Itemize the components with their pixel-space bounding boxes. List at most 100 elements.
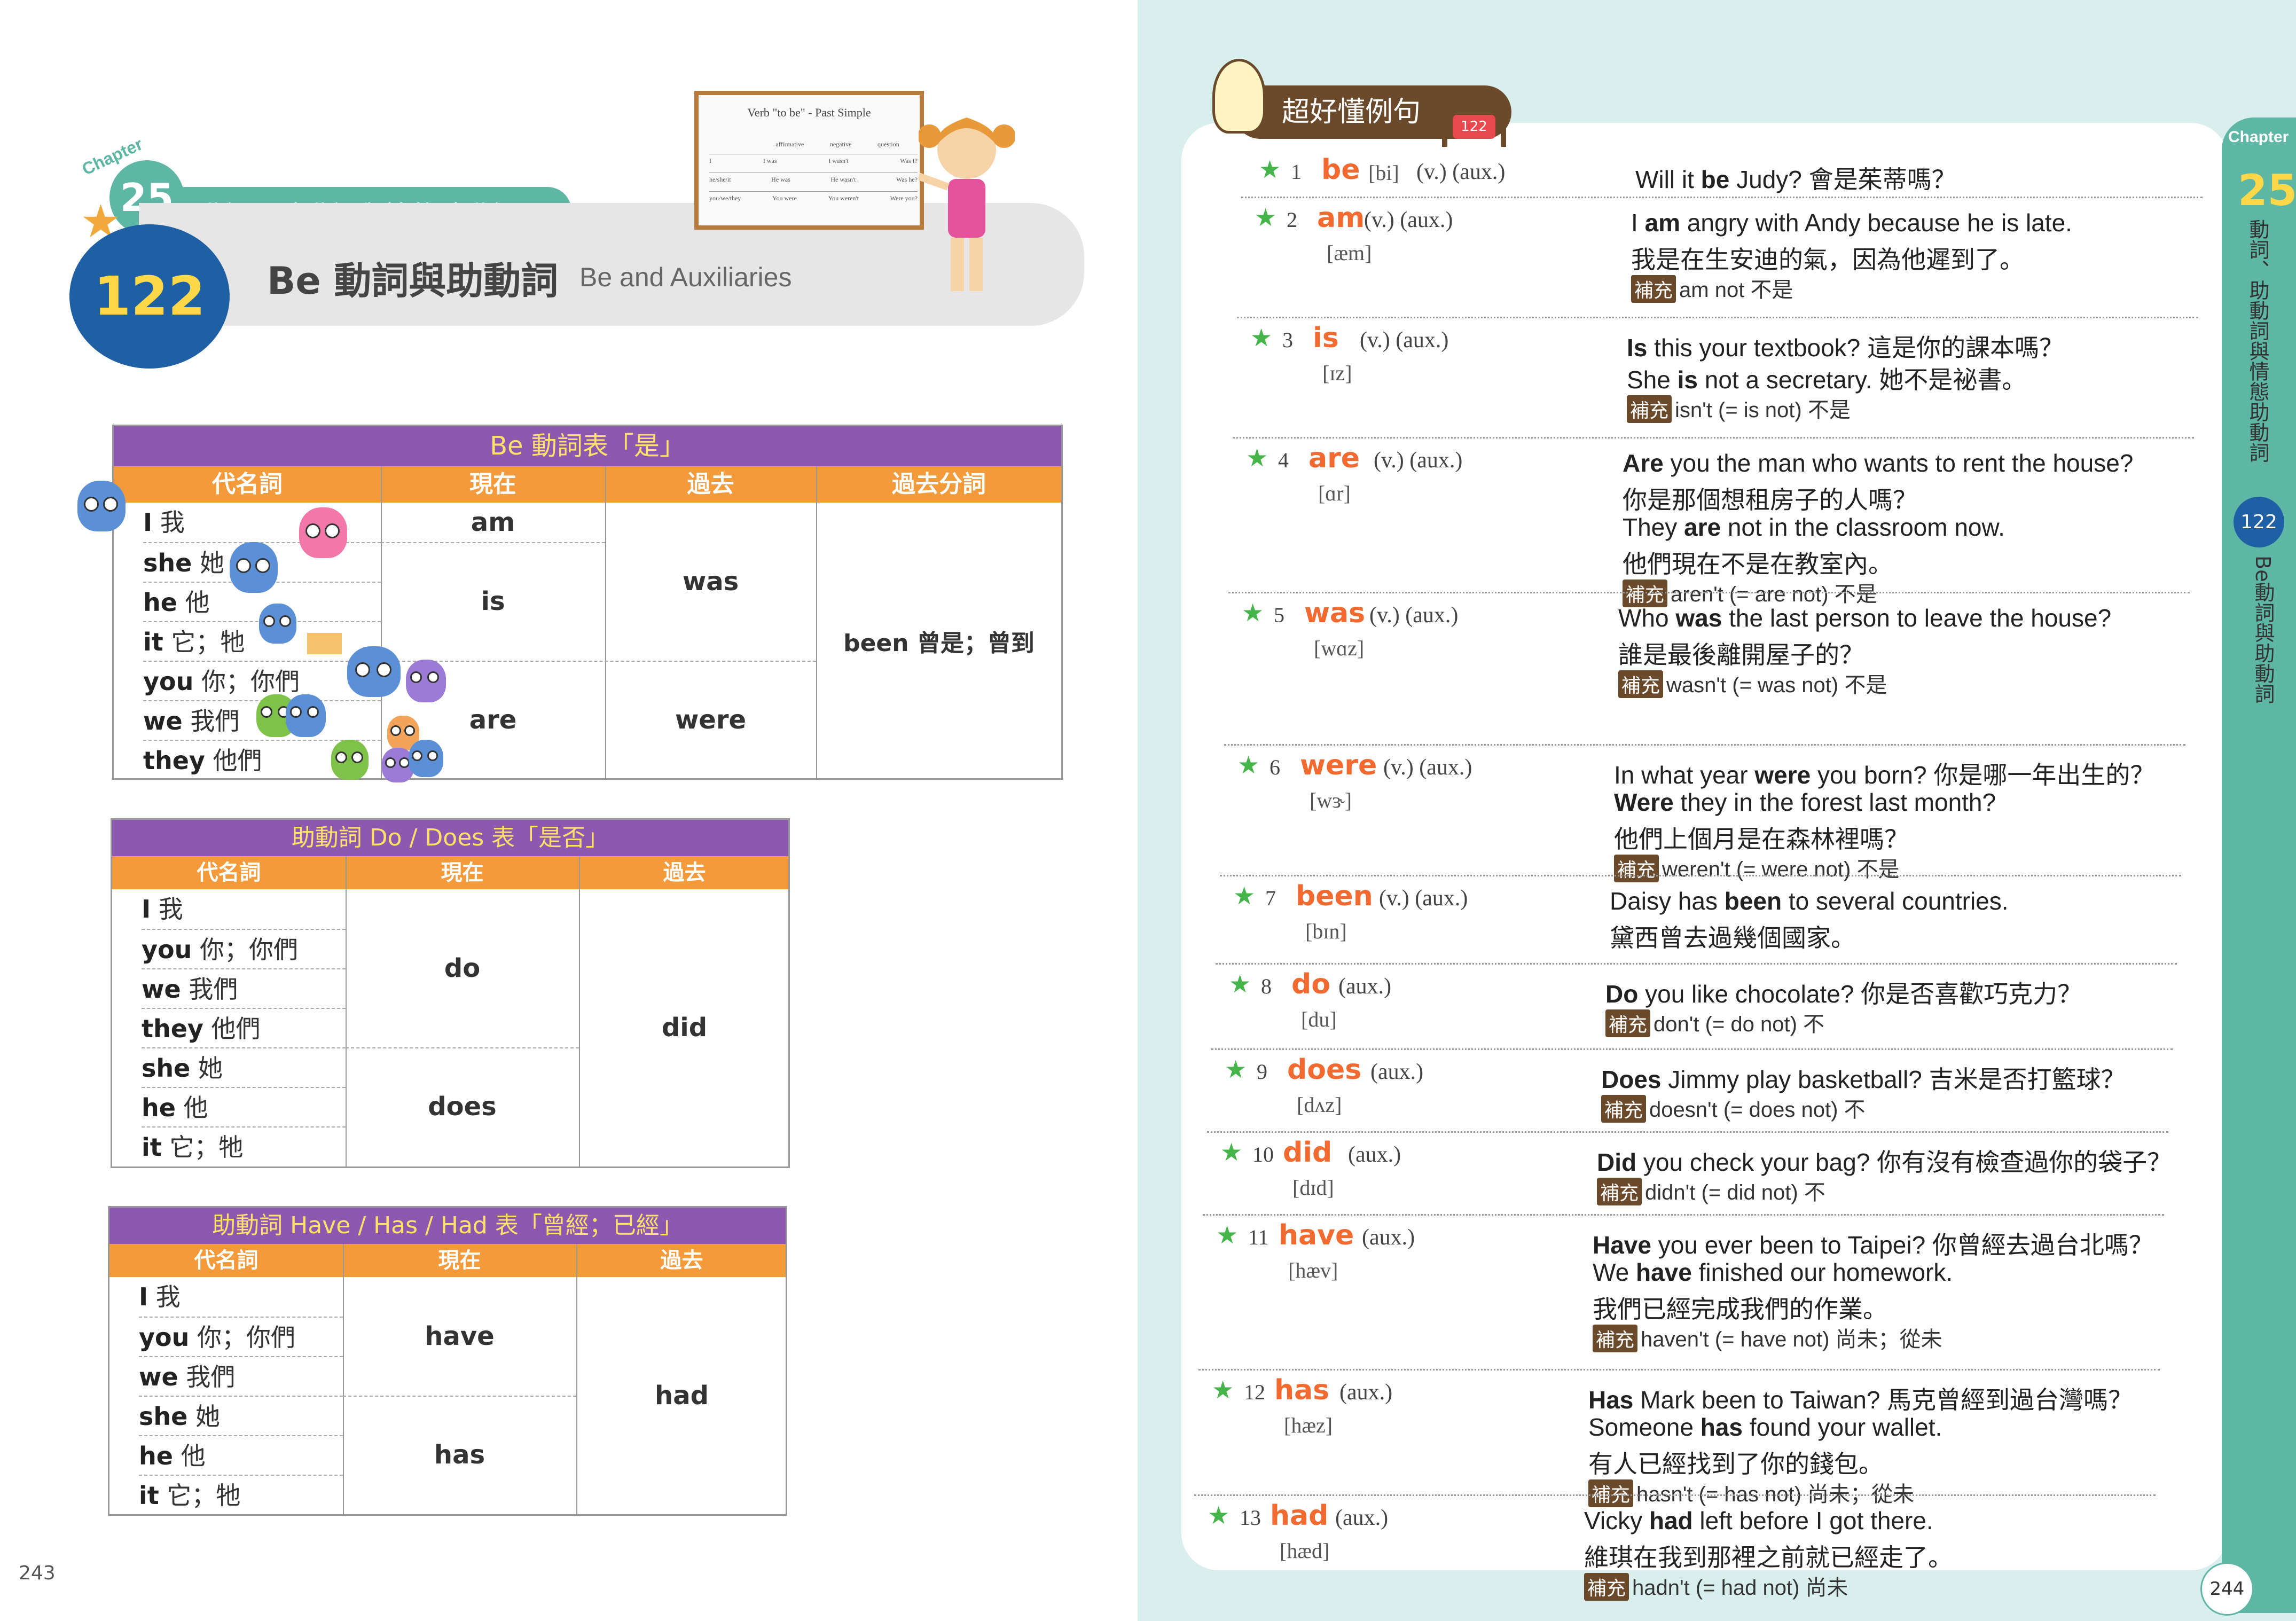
keyword: have	[1635, 1258, 1692, 1286]
do-does-table: 助動詞 Do / Does 表「是否」 代名詞 現在 過去 I 我 you 你；…	[111, 818, 790, 1168]
entry-number: 10	[1252, 1142, 1274, 1166]
header-present: 現在	[441, 860, 484, 885]
star-icon: ★	[1220, 1138, 1243, 1166]
board-header: question	[877, 140, 899, 148]
pronoun-row: we 我們	[139, 1356, 343, 1396]
board-cell: He wasn't	[830, 176, 856, 183]
example-sentence: Were they in the forest last month?	[1614, 788, 1996, 816]
headword: had	[1270, 1500, 1329, 1532]
cheese-icon	[307, 633, 342, 654]
be-verb-table: Be 動詞表「是」 代名詞 現在 過去 過去分詞 I 我 she 她 he 他 …	[112, 425, 1063, 780]
phonetic: [hæz]	[1284, 1413, 1333, 1437]
part-of-speech: (v.) (aux.)	[1374, 448, 1463, 473]
example-sentence: She is not a secretary. 她不是祕書。	[1627, 366, 2027, 394]
header-present: 現在	[469, 471, 516, 498]
supplement-text: weren't (= were not) 不是	[1662, 858, 1900, 881]
headword: am	[1317, 202, 1365, 234]
board-cell: I wasn't	[828, 157, 849, 165]
example-sentence: 維琪在我到那裡之前就已經走了。	[1584, 1544, 1953, 1571]
keyword: Has	[1588, 1386, 1634, 1414]
supplement-tag: 補充	[1597, 1178, 1642, 1205]
example-sentence: Will it be Judy? 會是茱蒂嗎？	[1635, 166, 1956, 193]
pronoun-en: we	[139, 1362, 178, 1391]
phonetic: [dɪd]	[1292, 1176, 1334, 1200]
pronoun-row: you 你；你們	[139, 1317, 343, 1356]
entry-separator	[1203, 1214, 2164, 1216]
star-icon: ★	[1242, 598, 1264, 627]
page-number: 243	[19, 1562, 56, 1584]
star-icon: ★	[1259, 155, 1281, 184]
board-header: affirmative	[775, 140, 804, 148]
pronoun-cn: 我們	[190, 707, 240, 735]
pronoun-cn: 他們	[211, 1014, 261, 1043]
supplement-note: 補充 doesn't (= does not) 不	[1601, 1092, 1866, 1123]
owl-icon	[347, 646, 401, 697]
owl-icon	[77, 481, 126, 531]
supplement-tag: 補充	[1605, 1009, 1651, 1037]
phonetic: [wɑz]	[1314, 636, 1365, 660]
pronoun-en: we	[143, 707, 183, 735]
pronoun-cn: 它；牠	[171, 628, 245, 656]
table-title: 助動詞 Have / Has / Had 表「曾經；已經」	[109, 1208, 786, 1244]
supplement-tag: 補充	[1631, 275, 1676, 303]
examples-card: ★ 1 be [bi] (v.) (aux.) Will it be Judy? 會是茱蒂…	[1181, 123, 2228, 1601]
audio-track-badge[interactable]: 122	[1453, 115, 1495, 139]
owl-icon	[406, 660, 446, 702]
present-do: do	[444, 953, 481, 983]
entry-number: 13	[1240, 1506, 1261, 1530]
pronoun-cn: 他	[185, 588, 210, 617]
example-sentence: In what year were you born? 你是哪一年出生的？	[1614, 761, 2155, 789]
star-icon: ★	[1255, 203, 1277, 232]
example-sentence: Daisy has been to several countries.	[1610, 887, 2009, 915]
keyword: had	[1649, 1507, 1693, 1534]
keyword: Did	[1597, 1148, 1637, 1176]
header-past: 過去	[663, 860, 706, 885]
keyword: Is	[1627, 334, 1648, 362]
part-of-speech: (v.) (aux.)	[1383, 755, 1472, 780]
entry-number: 1	[1291, 160, 1302, 184]
phonetic: [dʌz]	[1297, 1093, 1342, 1117]
pronoun-cn: 她	[199, 549, 224, 577]
header-present: 現在	[438, 1248, 481, 1273]
star-icon: ★	[1246, 443, 1268, 472]
header-past: 過去	[660, 1248, 703, 1273]
present-does: does	[428, 1092, 497, 1122]
headword: has	[1274, 1374, 1330, 1406]
board-row: he/she/it He was He wasn't Was he?	[709, 173, 918, 189]
owl-icon	[409, 740, 443, 777]
pronoun-en: she	[143, 549, 192, 577]
part-of-speech: (v.) (aux.)	[1379, 886, 1468, 911]
star-icon: ★	[1250, 323, 1273, 352]
example-sentence: 我們已經完成我們的作業。	[1593, 1295, 1887, 1323]
entry-number: 12	[1244, 1380, 1265, 1404]
pronoun-cn: 她	[195, 1402, 220, 1431]
pronoun-row: we 我們	[142, 968, 346, 1008]
entry-number: 2	[1287, 208, 1297, 232]
phonetic: [wɝ]	[1310, 788, 1352, 812]
example-sentence: 有人已經找到了你的錢包。	[1588, 1450, 1883, 1478]
whiteboard-illustration: Verb "to be" - Past Simple affirmative n…	[694, 91, 924, 230]
phonetic: [bi]	[1368, 161, 1399, 185]
supplement-text: haven't (= have not) 尚未；從未	[1641, 1328, 1942, 1351]
supplement-note: 補充 hasn't (= has not) 尚未；從未	[1588, 1477, 1914, 1508]
pronoun-en: you	[143, 667, 194, 696]
pronoun-en: you	[142, 935, 192, 964]
part-of-speech: (aux.)	[1338, 974, 1392, 999]
pronoun-row: it 它；牠	[139, 1475, 343, 1514]
star-icon: ★	[1233, 881, 1256, 910]
present-has: has	[434, 1440, 485, 1470]
right-page: ★ 1 be [bi] (v.) (aux.) Will it be Judy? 會是茱蒂…	[1138, 0, 2296, 1621]
chapter-side-tab: Chapter 25 動詞、助動詞與情態助動詞 122 Be動詞與助動詞	[2222, 118, 2296, 1613]
headword: have	[1279, 1219, 1354, 1251]
table-title: Be 動詞表「是」	[114, 426, 1061, 466]
part-of-speech: (aux.)	[1348, 1142, 1401, 1167]
pronoun-en: I	[143, 508, 153, 537]
lightbulb-icon	[1212, 59, 1266, 134]
pronoun-en: we	[142, 975, 181, 1004]
page-number: 244	[2200, 1562, 2254, 1616]
pronoun-cn: 你；你們	[201, 667, 300, 696]
phonetic: [du]	[1301, 1007, 1337, 1031]
board-cell: He was	[771, 176, 790, 183]
part-of-speech: (v.) (aux.)	[1416, 160, 1506, 184]
board-row: you/we/they You were You weren't Were yo…	[709, 191, 918, 207]
